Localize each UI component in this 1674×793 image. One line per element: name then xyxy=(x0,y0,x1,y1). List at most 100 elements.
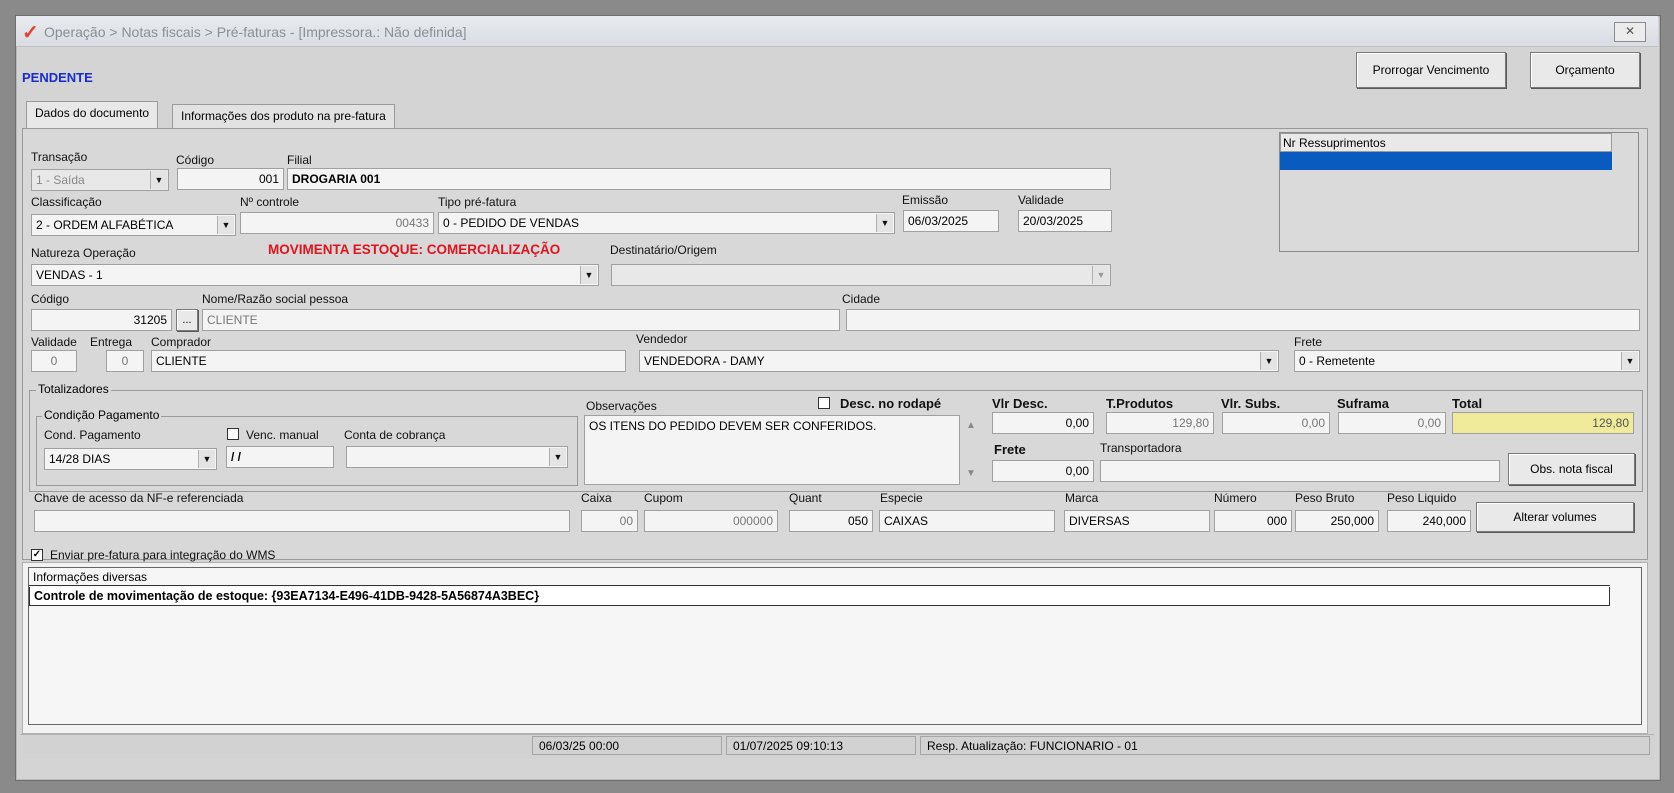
frete-tipo-value: 0 - Remetente xyxy=(1299,354,1376,368)
transportadora-label: Transportadora xyxy=(1100,441,1182,455)
vendedor-select[interactable]: VENDEDORA - DAMY ▼ xyxy=(639,350,1279,372)
comprador-field[interactable]: CLIENTE xyxy=(151,350,626,372)
validade-field[interactable]: 20/03/2025 xyxy=(1018,210,1112,232)
tab-informacoes-produto[interactable]: Informações dos produto na pre-fatura xyxy=(172,104,395,128)
close-button[interactable]: ✕ xyxy=(1614,22,1646,42)
peso-liquido-field[interactable]: 240,000 xyxy=(1387,510,1471,532)
numero-field[interactable]: 000 xyxy=(1214,510,1292,532)
observacoes-textarea[interactable]: OS ITENS DO PEDIDO DEVEM SER CONFERIDOS. xyxy=(584,415,960,485)
caixa-field[interactable]: 00 xyxy=(581,510,638,532)
prorrogar-vencimento-button[interactable]: Prorrogar Vencimento xyxy=(1356,52,1506,88)
transacao-label: Transação xyxy=(31,150,88,164)
filial-field[interactable]: DROGARIA 001 xyxy=(287,168,1111,190)
vlr-subs-field[interactable]: 0,00 xyxy=(1222,412,1330,434)
tab-dados-documento-label: Dados do documento xyxy=(35,106,150,120)
especie-field[interactable]: CAIXAS xyxy=(879,510,1055,532)
suframa-field[interactable]: 0,00 xyxy=(1338,412,1446,434)
venc-manual-field[interactable]: / / xyxy=(226,446,334,468)
entrega-label: Entrega xyxy=(90,335,133,349)
vlr-subs-label: Vlr. Subs. xyxy=(1221,396,1281,411)
frete-field[interactable]: 0,00 xyxy=(992,460,1094,482)
quant-label: Quant xyxy=(789,491,822,505)
conta-cobranca-select[interactable]: ▼ xyxy=(346,446,568,468)
search-pessoa-button[interactable]: ... xyxy=(176,309,198,331)
desc-rodape-label: Desc. no rodapé xyxy=(840,396,942,411)
natureza-label: Natureza Operação xyxy=(31,246,136,260)
vlr-desc-field[interactable]: 0,00 xyxy=(992,412,1094,434)
peso-bruto-field[interactable]: 250,000 xyxy=(1295,510,1379,532)
conta-cobranca-label: Conta de cobrança xyxy=(344,428,446,442)
venc-manual-checkbox[interactable] xyxy=(227,428,239,440)
chevron-down-icon: ▼ xyxy=(198,450,215,468)
emissao-label: Emissão xyxy=(902,193,949,207)
pessoa-codigo-label: Código xyxy=(31,292,70,306)
transportadora-field[interactable] xyxy=(1100,460,1500,482)
chevron-down-icon: ▼ xyxy=(1092,266,1109,284)
peso-liquido-label: Peso Liquido xyxy=(1387,491,1457,505)
wms-label: Enviar pre-fatura para integração do WMS xyxy=(50,548,276,562)
tipo-prefatura-value: 0 - PEDIDO DE VENDAS xyxy=(443,216,580,230)
ellipsis-icon: ... xyxy=(182,314,192,326)
validade-dias-field[interactable]: 0 xyxy=(31,350,77,372)
cond-pagamento-value: 14/28 DIAS xyxy=(49,452,111,466)
window-title: Operação > Notas fiscais > Pré-faturas -… xyxy=(44,24,467,40)
t-produtos-label: T.Produtos xyxy=(1106,396,1174,411)
ressuprimentos-selected-row[interactable] xyxy=(1280,152,1612,170)
prorrogar-vencimento-label: Prorrogar Vencimento xyxy=(1372,63,1490,77)
tab-dados-documento[interactable]: Dados do documento xyxy=(26,101,159,129)
transacao-select[interactable]: 1 - Saída ▼ xyxy=(31,169,169,191)
ressuprimentos-list[interactable]: Nr Ressuprimentos xyxy=(1279,132,1639,252)
cupom-field[interactable]: 000000 xyxy=(644,510,778,532)
peso-bruto-label: Peso Bruto xyxy=(1295,491,1355,505)
chevron-down-icon: ▼ xyxy=(1260,352,1277,370)
cupom-label: Cupom xyxy=(644,491,683,505)
destinatario-select[interactable]: ▼ xyxy=(611,264,1111,286)
obs-nota-fiscal-button[interactable]: Obs. nota fiscal xyxy=(1508,453,1635,485)
total-field[interactable]: 129,80 xyxy=(1452,412,1634,434)
tipo-prefatura-select[interactable]: 0 - PEDIDO DE VENDAS ▼ xyxy=(438,212,895,234)
frete-label: Frete xyxy=(994,442,1026,457)
movimenta-estoque-warning: MOVIMENTA ESTOQUE: COMERCIALIZAÇÃO xyxy=(268,242,561,257)
scroll-up-icon[interactable]: ▲ xyxy=(966,420,976,431)
orcamento-label: Orçamento xyxy=(1555,63,1615,77)
condicao-pagamento-label: Condição Pagamento xyxy=(42,408,162,422)
classificacao-select[interactable]: 2 - ORDEM ALFABÉTICA ▼ xyxy=(31,214,236,236)
validade-dias-label: Validade xyxy=(31,335,77,349)
caixa-label: Caixa xyxy=(581,491,612,505)
venc-manual-label: Venc. manual xyxy=(246,428,319,442)
cidade-field[interactable] xyxy=(846,309,1640,331)
vendedor-label: Vendedor xyxy=(636,332,688,346)
tipo-prefatura-label: Tipo pré-fatura xyxy=(438,195,517,209)
natureza-value: VENDAS - 1 xyxy=(36,268,103,282)
status-date-created: 06/03/25 00:00 xyxy=(532,736,722,755)
informacoes-diversas-row[interactable]: Controle de movimentação de estoque: {93… xyxy=(29,587,1610,606)
especie-label: Especie xyxy=(880,491,923,505)
nome-field[interactable]: CLIENTE xyxy=(202,309,840,331)
desc-rodape-checkbox[interactable] xyxy=(818,397,830,409)
orcamento-button[interactable]: Orçamento xyxy=(1530,52,1640,88)
status-label: PENDENTE xyxy=(22,70,93,85)
total-label: Total xyxy=(1452,396,1483,411)
chave-acesso-label: Chave de acesso da NF-e referenciada xyxy=(34,491,244,505)
natureza-select[interactable]: VENDAS - 1 ▼ xyxy=(31,264,599,286)
frete-tipo-select[interactable]: 0 - Remetente ▼ xyxy=(1294,350,1640,372)
wms-checkbox[interactable]: ✓ xyxy=(31,549,43,561)
nome-label: Nome/Razão social pessoa xyxy=(202,292,349,306)
entrega-field[interactable]: 0 xyxy=(106,350,144,372)
quant-field[interactable]: 050 xyxy=(789,510,873,532)
codigo-field[interactable]: 001 xyxy=(177,168,284,190)
nr-controle-field[interactable]: 00433 xyxy=(240,212,434,234)
observacoes-label: Observações xyxy=(586,399,657,413)
chave-acesso-field[interactable] xyxy=(34,510,570,532)
scroll-down-icon[interactable]: ▼ xyxy=(966,468,976,479)
obs-nota-fiscal-label: Obs. nota fiscal xyxy=(1530,462,1613,476)
classificacao-label: Classificação xyxy=(31,195,102,209)
alterar-volumes-button[interactable]: Alterar volumes xyxy=(1476,502,1634,532)
tab-informacoes-produto-label: Informações dos produto na pre-fatura xyxy=(181,109,386,123)
t-produtos-field[interactable]: 129,80 xyxy=(1106,412,1214,434)
cond-pagamento-select[interactable]: 14/28 DIAS ▼ xyxy=(44,448,217,470)
marca-field[interactable]: DIVERSAS xyxy=(1064,510,1210,532)
pessoa-codigo-field[interactable]: 31205 xyxy=(31,309,172,331)
transacao-value: 1 - Saída xyxy=(36,173,85,187)
emissao-field[interactable]: 06/03/2025 xyxy=(903,210,999,232)
